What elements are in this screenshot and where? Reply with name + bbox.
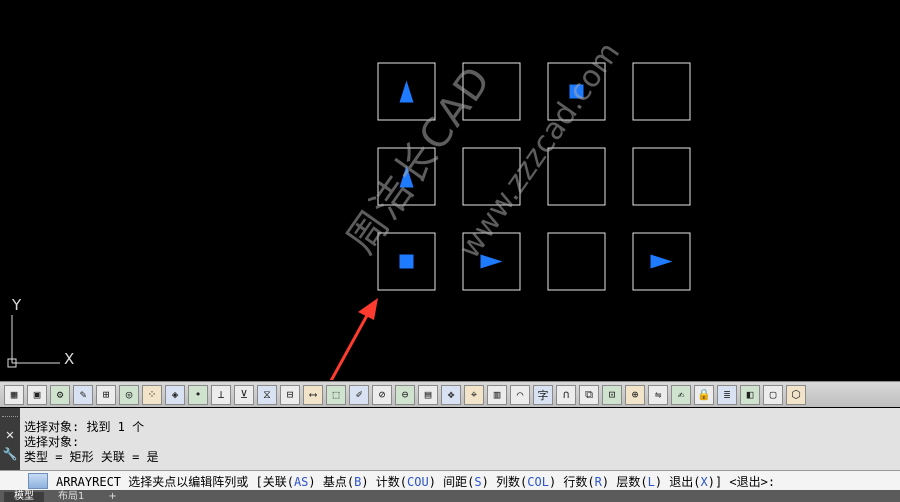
pencil-icon[interactable]: ⊘ bbox=[372, 384, 392, 405]
lock-icon[interactable]: 🔒 bbox=[694, 384, 714, 405]
option-rows[interactable]: R bbox=[595, 475, 602, 489]
wrench-icon[interactable]: 🔧 bbox=[0, 447, 20, 461]
array-cell[interactable] bbox=[632, 62, 691, 121]
annotation-arrowhead bbox=[358, 298, 378, 320]
prompt-text: ) 行数( bbox=[548, 474, 595, 489]
measure-icon[interactable]: ⟷ bbox=[303, 384, 323, 405]
command-lines: 选择对象: 找到 1 个 选择对象: 类型 = 矩形 关联 = 是 bbox=[24, 420, 159, 465]
prompt-text: ) 退出( bbox=[654, 474, 701, 489]
array-cell[interactable] bbox=[547, 232, 606, 291]
command-line: 选择对象: bbox=[24, 435, 80, 449]
prompt-text: )] <退出>: bbox=[707, 474, 776, 489]
tab-model[interactable]: 模型 bbox=[4, 492, 44, 502]
block-icon[interactable]: ⊟ bbox=[280, 384, 300, 405]
option-associative[interactable]: AS bbox=[294, 475, 308, 489]
trim-icon[interactable]: ⌖ bbox=[464, 384, 484, 405]
zoom-icon[interactable]: ⊡ bbox=[602, 384, 622, 405]
grip-handle[interactable] bbox=[2, 410, 18, 417]
option-exit[interactable]: X bbox=[701, 475, 708, 489]
tab-layout1[interactable]: 布局1 bbox=[48, 492, 94, 502]
move-icon[interactable]: ✥ bbox=[441, 384, 461, 405]
stretch-icon[interactable]: ⬚ bbox=[326, 384, 346, 405]
ucs-y-label: Y bbox=[11, 296, 22, 314]
command-history: ✕ 🔧 选择对象: 找到 1 个 选择对象: 类型 = 矩形 关联 = 是 bbox=[0, 408, 900, 470]
annotation-arrow bbox=[329, 309, 372, 380]
grips-icon[interactable]: ◈ bbox=[165, 384, 185, 405]
drawing-canvas[interactable]: YX 周洁长CAD www.zzzcad.com bbox=[0, 0, 900, 380]
triangle-up-shape bbox=[399, 80, 414, 103]
option-spacing[interactable]: S bbox=[474, 475, 481, 489]
array-cell[interactable] bbox=[632, 147, 691, 206]
copy-icon[interactable]: ⧉ bbox=[579, 384, 599, 405]
command-line: 类型 = 矩形 关联 = 是 bbox=[24, 450, 159, 464]
hatch-icon[interactable]: ✐ bbox=[349, 384, 369, 405]
match-icon[interactable]: ✎ bbox=[73, 384, 93, 405]
prompt-text: ) 列数( bbox=[481, 474, 528, 489]
bottom-toolbar: ▦ ▣ ⚙ ✎ ⊞ ◎ ⁘ ◈ • ⊥ ⊻ ⧖ ⊟ ⟷ ⬚ ✐ ⊘ ⊖ ▤ ✥ ⌖ ▥ ⌒ 字 ∩ ⧉ ⊡ ⊕ ⇋ ✍ 🔒 ≣ ◧ ▢ ⬡ bbox=[0, 381, 900, 407]
mirror-icon[interactable]: ⧖ bbox=[257, 384, 277, 405]
layout-tabs: 模型 布局1 + bbox=[0, 490, 900, 502]
bisect-icon[interactable]: ⊖ bbox=[395, 384, 415, 405]
prompt-text: ) 间距( bbox=[428, 474, 475, 489]
option-levels[interactable]: L bbox=[648, 475, 655, 489]
flip-icon[interactable]: ⇋ bbox=[648, 384, 668, 405]
box-icon[interactable]: ▢ bbox=[763, 384, 783, 405]
option-count[interactable]: COU bbox=[407, 475, 429, 489]
command-icon[interactable] bbox=[28, 473, 48, 489]
layer-icon[interactable]: ▦ bbox=[4, 384, 24, 405]
array-icon[interactable]: ⁘ bbox=[142, 384, 162, 405]
prompt-text: ) 基点( bbox=[308, 474, 355, 489]
cube-icon[interactable]: ⬡ bbox=[786, 384, 806, 405]
text-icon[interactable]: 字 bbox=[533, 384, 553, 405]
ungroup-icon[interactable]: ⊞ bbox=[96, 384, 116, 405]
lines-icon[interactable]: ▤ bbox=[418, 384, 438, 405]
arc-icon[interactable]: ⌒ bbox=[510, 384, 530, 405]
command-line: 选择对象: 找到 1 个 bbox=[24, 420, 145, 434]
command-prompt: ARRAYRECT 选择夹点以编辑阵列或 [关联(AS) 基点(B) 计数(CO… bbox=[56, 473, 775, 490]
dim2-icon[interactable]: ⊻ bbox=[234, 384, 254, 405]
ref-icon[interactable]: ⊕ bbox=[625, 384, 645, 405]
dim-icon[interactable]: ⊥ bbox=[211, 384, 231, 405]
prompt-text: 选择夹点以编辑阵列或 [关联( bbox=[121, 474, 294, 489]
layer2-icon[interactable]: ≣ bbox=[717, 384, 737, 405]
prompt-text: ) 计数( bbox=[361, 474, 407, 489]
view-icon[interactable]: ◧ bbox=[740, 384, 760, 405]
clip-icon[interactable]: ∩ bbox=[556, 384, 576, 405]
prompt-text: ) 层数( bbox=[601, 474, 648, 489]
triangle-right-shape bbox=[650, 254, 673, 269]
option-columns[interactable]: COL bbox=[527, 475, 549, 489]
command-name: ARRAYRECT bbox=[56, 474, 122, 489]
save-icon[interactable]: ▣ bbox=[27, 384, 47, 405]
square-shape bbox=[399, 254, 414, 269]
ucs-x-label: X bbox=[64, 350, 74, 368]
table-icon[interactable]: ▥ bbox=[487, 384, 507, 405]
command-input[interactable]: ARRAYRECT 选择夹点以编辑阵列或 [关联(AS) 基点(B) 计数(CO… bbox=[0, 470, 900, 491]
close-icon[interactable]: ✕ bbox=[0, 427, 20, 443]
edit-icon[interactable]: ✍ bbox=[671, 384, 691, 405]
point-icon[interactable]: • bbox=[188, 384, 208, 405]
properties-icon[interactable]: ⚙ bbox=[50, 384, 70, 405]
tab-add[interactable]: + bbox=[98, 492, 126, 502]
circle-icon[interactable]: ◎ bbox=[119, 384, 139, 405]
command-gutter: ✕ 🔧 bbox=[0, 408, 20, 470]
